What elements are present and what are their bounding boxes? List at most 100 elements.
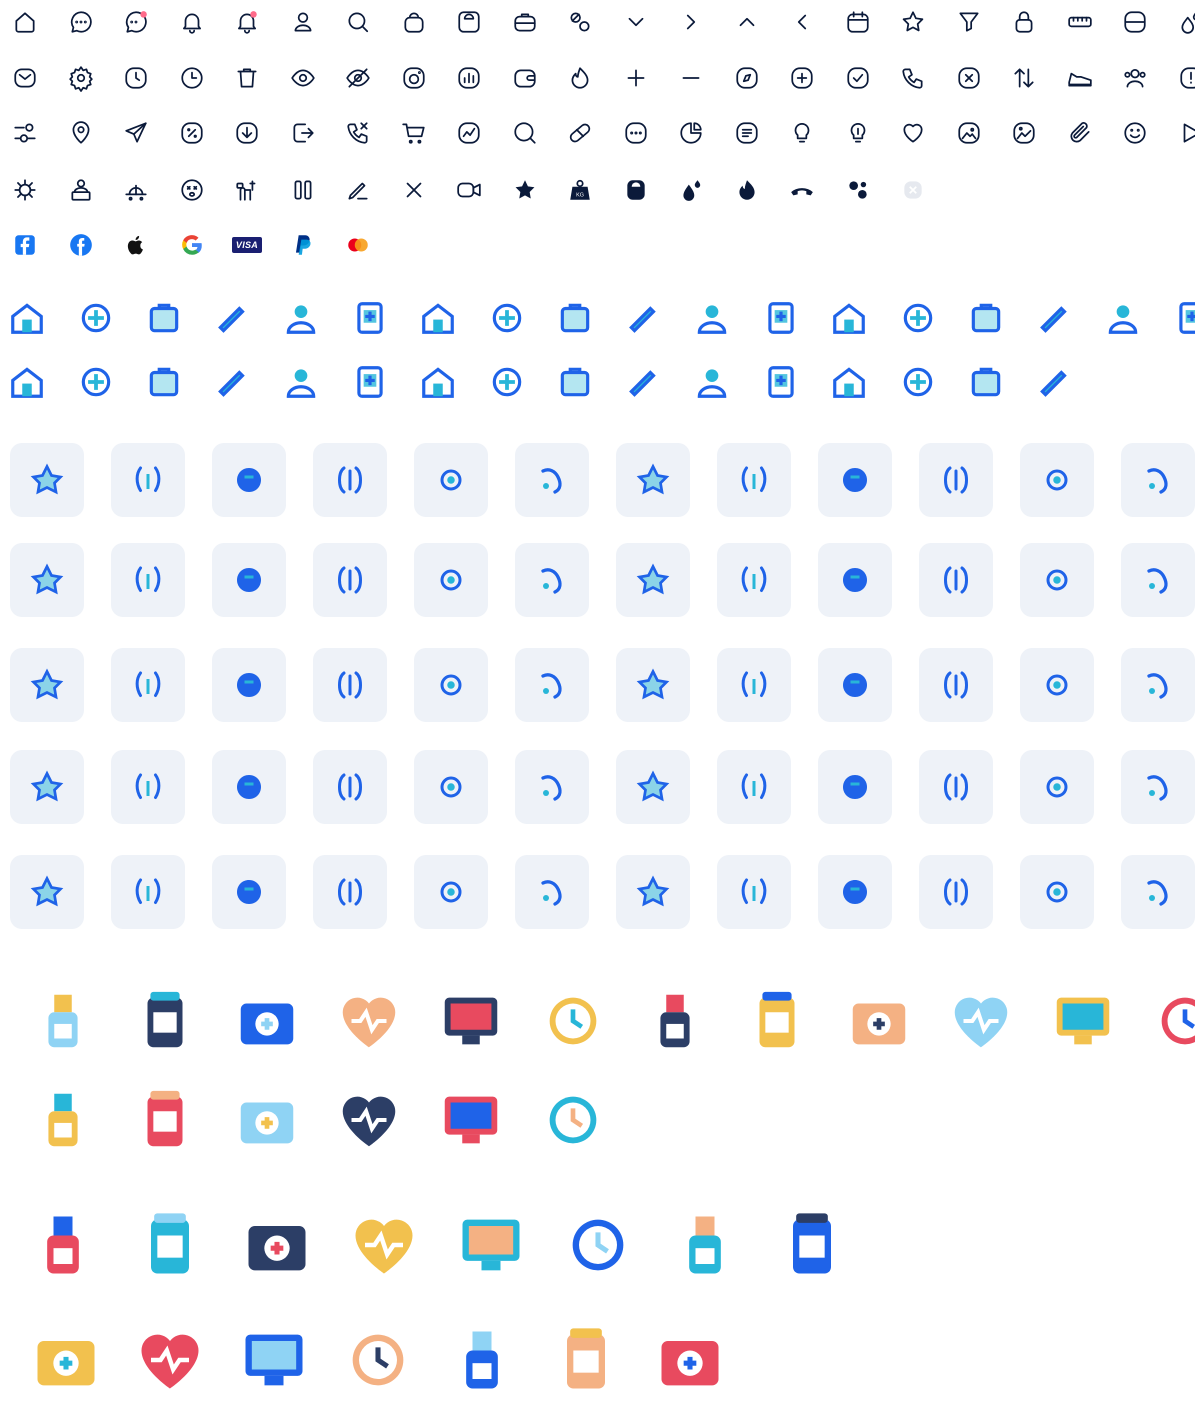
plus-icon[interactable] [623, 65, 649, 91]
stethoscope-flat-icon[interactable] [538, 986, 608, 1056]
capsule-icon[interactable] [567, 120, 593, 146]
chevron-right-icon[interactable] [678, 9, 704, 35]
tongue-icon[interactable] [313, 543, 387, 617]
user-icon[interactable] [290, 9, 316, 35]
zoom-icon[interactable] [512, 120, 538, 146]
medical-clipboard-icon[interactable] [1150, 986, 1195, 1056]
add-circle-icon[interactable] [789, 65, 815, 91]
first-aid-box-icon[interactable] [132, 1207, 208, 1283]
nose-icon[interactable] [212, 648, 286, 722]
toolbox-icon[interactable] [512, 9, 538, 35]
gallery-icon[interactable] [1011, 120, 1037, 146]
document-icon[interactable] [734, 120, 760, 146]
ribcage-icon[interactable] [212, 443, 286, 517]
band-aid-icon[interactable] [28, 1322, 104, 1398]
pump-bottle-icon[interactable] [652, 1322, 728, 1398]
clipboard-plus-icon[interactable] [899, 299, 937, 337]
heart-stethoscope-icon[interactable] [1048, 986, 1118, 1056]
foot-leg-icon[interactable] [919, 543, 993, 617]
doctor-laptop-icon[interactable] [1173, 299, 1195, 337]
google-icon[interactable] [179, 232, 205, 258]
gallbladder-icon[interactable] [919, 750, 993, 824]
lungs-organ-icon[interactable] [414, 648, 488, 722]
first-aid-kit-icon[interactable] [214, 363, 252, 401]
stethoscope-icon[interactable] [693, 299, 731, 337]
hip-joint-icon[interactable] [717, 648, 791, 722]
knee-joint-icon[interactable] [313, 648, 387, 722]
facebook-square-icon[interactable] [12, 232, 38, 258]
medication-clock-icon[interactable] [453, 1207, 529, 1283]
bacteria-icon[interactable] [1020, 443, 1094, 517]
toggles-icon[interactable] [12, 120, 38, 146]
ambulance-icon[interactable] [1036, 363, 1074, 401]
pills-filled-icon[interactable] [845, 177, 871, 203]
clipboard-check-icon[interactable] [967, 299, 1005, 337]
scale-filled-icon[interactable] [623, 177, 649, 203]
more-icon[interactable] [623, 120, 649, 146]
hospital-bed-flat-icon[interactable] [946, 986, 1016, 1056]
alert-icon[interactable] [1178, 65, 1195, 91]
tooth-bottle-icon[interactable] [560, 1207, 636, 1283]
paypal-icon[interactable] [290, 232, 316, 258]
pelvis-icon[interactable] [111, 443, 185, 517]
phone-icon[interactable] [900, 65, 926, 91]
close-x-icon[interactable] [401, 177, 427, 203]
bronchial-tree-icon[interactable] [212, 855, 286, 929]
tablet-blister-icon[interactable] [132, 1322, 208, 1398]
pause-icon[interactable] [290, 177, 316, 203]
compass-icon[interactable] [734, 65, 760, 91]
facebook-circle-icon[interactable] [68, 232, 94, 258]
clock-icon[interactable] [123, 65, 149, 91]
breasts-icon[interactable] [616, 443, 690, 517]
syringe-icon[interactable] [625, 299, 663, 337]
iv-bag-icon[interactable] [1104, 299, 1142, 337]
virus-scan-icon[interactable] [8, 363, 46, 401]
iv-drip-hand-icon[interactable] [232, 986, 302, 1056]
location-pin-icon[interactable] [68, 120, 94, 146]
bone-joint-icon[interactable] [717, 750, 791, 824]
chevron-down-icon[interactable] [623, 9, 649, 35]
torso-icon[interactable] [1020, 543, 1094, 617]
settings-gear-icon[interactable] [68, 65, 94, 92]
medicine-glass-icon[interactable] [667, 1207, 743, 1283]
calendar-icon[interactable] [845, 9, 871, 35]
eye-dropper-hand-icon[interactable] [130, 986, 200, 1056]
face-profile-icon[interactable] [313, 855, 387, 929]
camera-icon[interactable] [401, 65, 427, 91]
eyeball-icon[interactable] [414, 855, 488, 929]
arm-joint-icon[interactable] [414, 750, 488, 824]
tablet-pill-icon[interactable] [1122, 9, 1148, 35]
eye-lens-icon[interactable] [616, 855, 690, 929]
cart-icon[interactable] [401, 120, 427, 146]
smile-icon[interactable] [1122, 120, 1148, 146]
hand-care-icon[interactable] [419, 299, 457, 337]
fire-icon[interactable] [567, 65, 593, 91]
video-call-icon[interactable] [456, 177, 482, 203]
bandage-icon[interactable] [556, 363, 594, 401]
pie-chart-icon[interactable] [678, 120, 704, 146]
mri-scanner-icon[interactable] [334, 986, 404, 1056]
logout-icon[interactable] [290, 120, 316, 146]
rib-chest-icon[interactable] [212, 750, 286, 824]
hand-wash-icon[interactable] [234, 177, 260, 203]
sneaker-icon[interactable] [1067, 65, 1093, 91]
eye-icon[interactable] [290, 65, 316, 91]
larynx-icon[interactable] [10, 855, 84, 929]
neuron-icon[interactable] [1121, 543, 1195, 617]
stomach-duo-icon[interactable] [919, 443, 993, 517]
trash-icon[interactable] [234, 65, 260, 91]
spray-bottle-icon[interactable] [236, 1322, 312, 1398]
broken-bone-icon[interactable] [616, 750, 690, 824]
doctor-avatar-icon[interactable] [28, 986, 98, 1056]
kidney-icon[interactable] [515, 443, 589, 517]
surgeon-icon[interactable] [762, 363, 800, 401]
bronchi-icon[interactable] [414, 443, 488, 517]
users-icon[interactable] [1122, 65, 1148, 91]
activity-chart-icon[interactable] [456, 120, 482, 146]
caduceus-icon[interactable] [625, 363, 663, 401]
search-icon[interactable] [345, 9, 371, 35]
face-scan-icon[interactable] [1036, 299, 1074, 337]
pelvis-bone-icon[interactable] [1121, 443, 1195, 517]
sperm-icon[interactable] [616, 543, 690, 617]
eye-icon[interactable] [1020, 750, 1094, 824]
